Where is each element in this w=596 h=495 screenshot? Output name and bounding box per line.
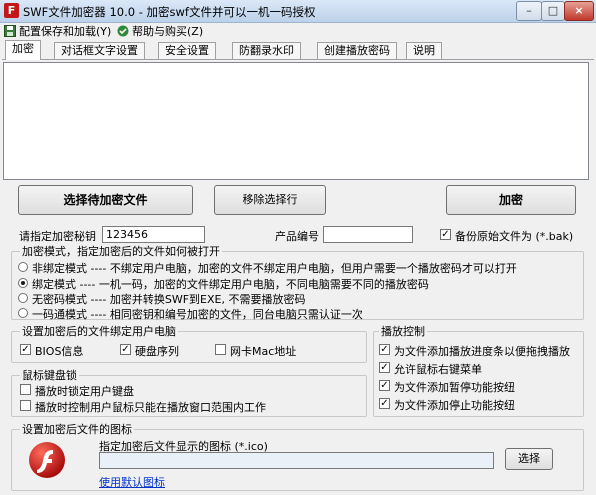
mac-label: 网卡Mac地址 [230,345,297,358]
backup-checkbox[interactable]: ✓ [440,229,451,240]
progress-bar-label: 为文件添加播放进度条以便拖拽播放 [394,345,570,358]
remove-selected-button[interactable]: 移除选择行 [214,185,326,215]
progress-bar-checkbox[interactable]: ✓ [379,344,390,355]
disk-label: 硬盘序列 [135,345,179,358]
window-title: SWF文件加密器 10.0 - 加密swf文件并可以一机一码授权 [23,5,316,19]
kbmouse-group-title: 鼠标键盘锁 [20,369,79,382]
lock-keyboard-checkbox[interactable] [20,384,31,395]
tab-dialog-text[interactable]: 对话框文字设置 [54,42,145,59]
tab-strip-border [2,59,594,60]
tab-play-password[interactable]: 创建播放密码 [317,42,397,59]
pause-button-label: 为文件添加暂停功能按纽 [394,381,515,394]
choose-icon-button[interactable]: 选择 [505,448,553,470]
tab-security[interactable]: 安全设置 [158,42,216,59]
icon-path-input[interactable] [99,452,494,469]
app-icon: F [4,3,19,18]
close-button[interactable]: × [564,1,594,21]
product-input[interactable] [323,226,413,243]
mode-onecode-radio[interactable] [18,308,28,318]
mode-unbound-label[interactable]: 非绑定模式 ---- 不绑定用户电脑，加密的文件不绑定用户电脑，但用户需要一个播… [32,260,517,276]
key-label: 请指定加密秘钥 [19,230,96,243]
tab-instructions[interactable]: 说明 [406,42,442,59]
mode-bound-radio[interactable] [18,278,28,288]
lock-keyboard-label: 播放时锁定用户键盘 [35,385,134,398]
tab-encrypt[interactable]: 加密 [5,40,41,60]
mode-group-title: 加密模式，指定加密后的文件如何被打开 [20,245,222,258]
pause-button-checkbox[interactable]: ✓ [379,380,390,391]
menu-help[interactable]: 帮助与购买(Z) [117,24,203,40]
bind-group-title: 设置加密后的文件绑定用户电脑 [20,325,178,338]
mode-onecode-label[interactable]: 一码通模式 ---- 相同密钥和编号加密的文件，同台电脑只需认证一次 [32,306,363,322]
disk-checkbox[interactable]: ✓ [120,344,131,355]
menu-config[interactable]: 配置保存和加载(Y) [4,24,111,40]
title-bar[interactable]: F SWF文件加密器 10.0 - 加密swf文件并可以一机一码授权 – □ × [0,0,596,23]
mode-nopassword-radio[interactable] [18,293,28,303]
backup-label: 备份原始文件为 (*.bak) [455,230,574,243]
bios-checkbox[interactable]: ✓ [20,344,31,355]
mode-bound-label[interactable]: 绑定模式 ---- 一机一码，加密的文件绑定用户电脑，不同电脑需要不同的播放密码 [32,276,429,292]
maximize-button[interactable]: □ [541,1,565,21]
lock-mouse-checkbox[interactable] [20,400,31,411]
select-files-button[interactable]: 选择待加密文件 [18,185,193,215]
product-label: 产品编号 [275,230,319,243]
mac-checkbox[interactable] [215,344,226,355]
stop-button-label: 为文件添加停止功能按纽 [394,399,515,412]
save-icon [4,25,16,37]
stop-button-checkbox[interactable]: ✓ [379,398,390,409]
help-icon [117,25,129,37]
default-icon-link[interactable]: 使用默认图标 [99,474,165,490]
lock-mouse-label: 播放时控制用户鼠标只能在播放窗口范围内工作 [35,401,266,414]
encrypt-button[interactable]: 加密 [446,185,576,215]
flash-icon [27,440,67,480]
bios-label: BIOS信息 [35,345,84,358]
play-group-title: 播放控制 [379,325,427,338]
icon-group-title: 设置加密后文件的图标 [20,423,134,436]
minimize-button[interactable]: – [516,1,542,21]
file-list[interactable] [3,62,589,180]
right-click-checkbox[interactable]: ✓ [379,362,390,373]
key-input[interactable]: 123456 [102,226,205,243]
mode-unbound-radio[interactable] [18,262,28,272]
menu-help-label: 帮助与购买(Z) [132,25,204,38]
right-click-label: 允许鼠标右键菜单 [394,363,482,376]
tab-watermark[interactable]: 防翻录水印 [232,42,301,59]
mode-nopassword-label[interactable]: 无密码模式 ---- 加密并转换SWF到EXE, 不需要播放密码 [32,291,305,307]
menu-config-label: 配置保存和加载(Y) [19,25,112,38]
